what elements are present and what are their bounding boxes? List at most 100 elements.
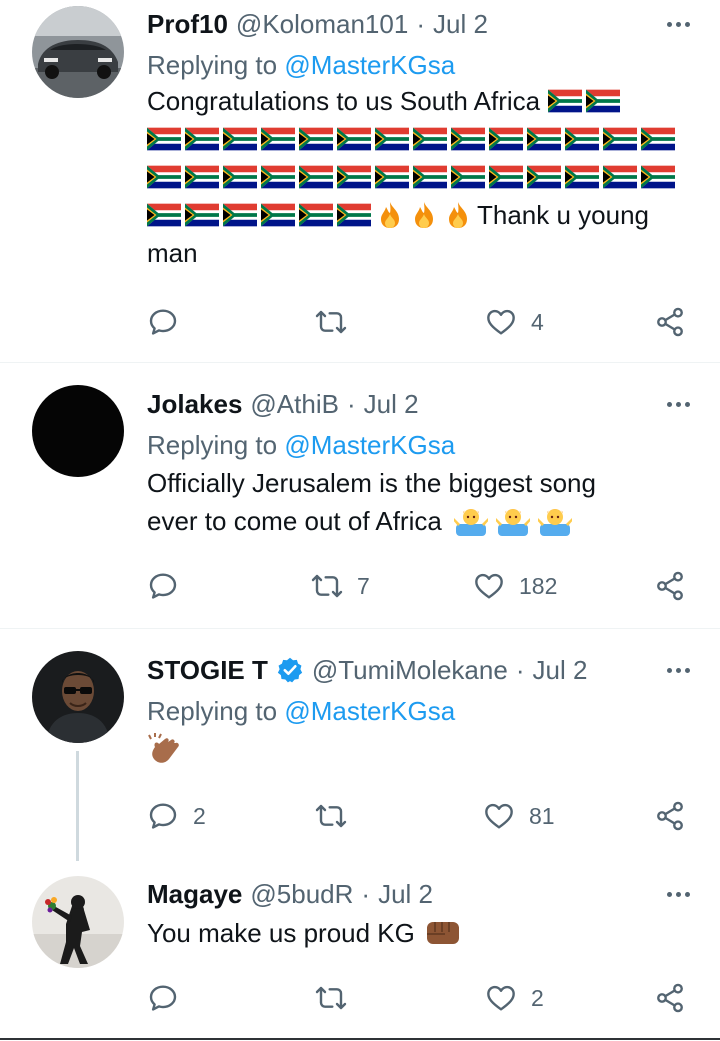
like-button[interactable]: 2	[485, 978, 544, 1018]
display-name[interactable]: STOGIE T	[147, 655, 268, 686]
south-africa-flag-icon	[261, 127, 295, 151]
tweet-text	[147, 732, 690, 770]
tweet-text-start: Congratulations to us South Africa	[147, 86, 541, 116]
like-icon	[473, 570, 505, 602]
tweet-text-line: You make us proud KG	[147, 918, 415, 948]
avatar[interactable]	[32, 651, 124, 743]
separator-dot: ·	[515, 654, 525, 685]
reply-button[interactable]	[147, 302, 193, 342]
reply-button[interactable]: 2	[147, 796, 206, 836]
tweet[interactable]: Magaye @5budR · Jul 2 You make us proud …	[0, 870, 720, 1041]
flag-row	[147, 120, 690, 158]
shrug-icon	[538, 504, 572, 538]
tweet-actions: 4	[147, 302, 692, 342]
bottom-border	[0, 1038, 720, 1040]
south-africa-flag-icon	[147, 127, 181, 151]
tweet[interactable]: STOGIE T @TumiMolekane · Jul 2 Replying …	[0, 629, 720, 869]
display-name[interactable]: Jolakes	[147, 389, 242, 420]
tweet-header: Magaye @5budR · Jul 2	[147, 878, 690, 910]
share-icon	[654, 306, 686, 338]
south-africa-flag-icon	[527, 165, 561, 189]
tweet-date[interactable]: Jul 2	[533, 655, 588, 686]
south-africa-flag-icon	[548, 89, 582, 113]
tweet-actions: 7 182	[147, 566, 692, 606]
tweet-text-line: ever to come out of Africa	[147, 506, 442, 536]
share-button[interactable]	[654, 978, 686, 1018]
fire-icon	[409, 200, 439, 230]
share-button[interactable]	[654, 566, 686, 606]
tweet-header: STOGIE T @TumiMolekane · Jul 2	[147, 654, 690, 686]
fire-icon	[375, 200, 405, 230]
south-africa-flag-icon	[489, 127, 523, 151]
south-africa-flag-icon	[147, 165, 181, 189]
like-button[interactable]: 81	[483, 796, 555, 836]
tweet-header: Jolakes @AthiB · Jul 2	[147, 388, 690, 420]
more-options-icon[interactable]	[650, 390, 690, 418]
south-africa-flag-icon	[413, 127, 447, 151]
display-name[interactable]: Magaye	[147, 879, 242, 910]
tweet-date[interactable]: Jul 2	[378, 879, 433, 910]
user-handle[interactable]: @Koloman101	[236, 9, 408, 40]
reply-icon	[147, 306, 179, 338]
tweet[interactable]: Jolakes @AthiB · Jul 2 Replying to @Mast…	[0, 363, 720, 627]
share-button[interactable]	[654, 302, 686, 342]
avatar[interactable]	[32, 876, 124, 968]
replying-to: Replying to @MasterKGsa	[147, 50, 690, 80]
retweet-count: 7	[357, 572, 370, 599]
thread-connector-line	[76, 751, 79, 861]
like-count: 2	[531, 984, 544, 1011]
fist-icon	[425, 918, 461, 948]
reply-button[interactable]	[147, 978, 193, 1018]
share-icon	[654, 800, 686, 832]
retweet-button[interactable]	[315, 978, 361, 1018]
tweet-text: You make us proud KG	[147, 914, 690, 952]
like-count: 81	[529, 802, 555, 829]
retweet-icon	[315, 982, 347, 1014]
retweet-button[interactable]	[315, 796, 361, 836]
fire-icon	[443, 200, 473, 230]
tweet-date[interactable]: Jul 2	[433, 9, 488, 40]
retweet-icon	[315, 306, 347, 338]
car-avatar-image	[32, 6, 124, 98]
south-africa-flag-icon	[451, 127, 485, 151]
user-handle[interactable]: @TumiMolekane	[312, 655, 508, 686]
replying-to: Replying to @MasterKGsa	[147, 696, 690, 726]
person-avatar-image	[32, 651, 124, 743]
tweet-text-end: Thank u young	[477, 200, 650, 230]
replying-to-link[interactable]: @MasterKGsa	[284, 50, 455, 80]
reply-icon	[147, 800, 179, 832]
retweet-icon	[311, 570, 343, 602]
avatar[interactable]	[32, 6, 124, 98]
like-button[interactable]: 182	[473, 566, 557, 606]
tweet-actions: 2	[147, 978, 692, 1018]
south-africa-flag-icon	[565, 127, 599, 151]
separator-dot: ·	[346, 388, 356, 419]
like-count: 182	[519, 572, 558, 599]
user-handle[interactable]: @AthiB	[250, 389, 339, 420]
south-africa-flag-icon	[299, 203, 333, 227]
more-options-icon[interactable]	[650, 10, 690, 38]
user-handle[interactable]: @5budR	[250, 879, 353, 910]
tweet-text: Officially Jerusalem is the biggest song…	[147, 464, 690, 540]
replying-to-link[interactable]: @MasterKGsa	[284, 696, 455, 726]
tweet[interactable]: Prof10 @Koloman101 · Jul 2 Replying to @…	[0, 0, 720, 362]
reply-icon	[147, 982, 179, 1014]
more-options-icon[interactable]	[650, 880, 690, 908]
reply-icon	[147, 570, 179, 602]
south-africa-flag-icon	[375, 127, 409, 151]
like-button[interactable]: 4	[485, 302, 544, 342]
share-button[interactable]	[654, 796, 686, 836]
display-name[interactable]: Prof10	[147, 9, 228, 40]
south-africa-flag-icon	[337, 203, 371, 227]
avatar[interactable]	[32, 385, 124, 477]
tweet-date[interactable]: Jul 2	[364, 389, 419, 420]
flag-row	[147, 158, 690, 196]
retweet-button[interactable]: 7	[311, 566, 370, 606]
reply-button[interactable]	[147, 566, 193, 606]
shrug-icon	[454, 504, 488, 538]
south-africa-flag-icon	[223, 127, 257, 151]
replying-to-link[interactable]: @MasterKGsa	[284, 430, 455, 460]
more-options-icon[interactable]	[650, 656, 690, 684]
separator-dot: ·	[416, 8, 425, 39]
retweet-button[interactable]	[315, 302, 361, 342]
